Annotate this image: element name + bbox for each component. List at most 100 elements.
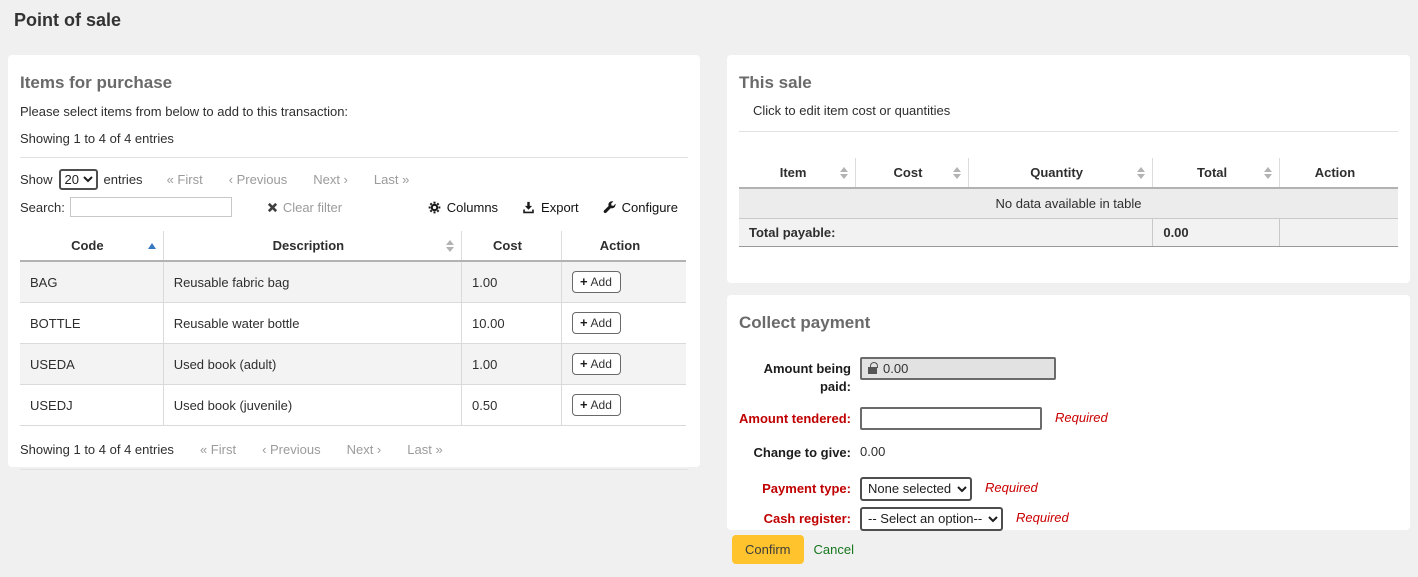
item-code: BOTTLE [20, 303, 163, 344]
show-label: Show [20, 172, 53, 187]
payment-panel-title: Collect payment [739, 313, 1398, 333]
add-item-button[interactable]: +Add [572, 271, 621, 293]
gear-icon [428, 201, 441, 214]
download-icon [522, 201, 535, 214]
table-row: BOTTLE Reusable water bottle 10.00 +Add [20, 303, 686, 344]
sale-header-item[interactable]: Item [739, 158, 856, 188]
previous-page-link[interactable]: ‹ Previous [262, 442, 321, 457]
last-page-link[interactable]: Last » [407, 442, 442, 457]
items-header-cost[interactable]: Cost [462, 231, 562, 261]
total-payable-value: 0.00 [1153, 219, 1280, 247]
plus-icon: + [580, 274, 588, 289]
change-to-give-value: 0.00 [860, 441, 885, 459]
item-code: USEDJ [20, 385, 163, 426]
first-page-link[interactable]: « First [167, 172, 203, 187]
this-sale-panel: This sale Click to edit item cost or qua… [727, 55, 1410, 283]
table-row: USEDA Used book (adult) 1.00 +Add [20, 344, 686, 385]
amount-being-paid-label: Amount being paid: [739, 357, 851, 396]
amount-being-paid-input[interactable]: 0.00 [860, 357, 1056, 380]
sale-header-quantity[interactable]: Quantity [968, 158, 1153, 188]
item-cost: 0.50 [462, 385, 562, 426]
search-input[interactable] [70, 197, 232, 217]
payment-type-label: Payment type: [739, 477, 851, 498]
cancel-link[interactable]: Cancel [814, 542, 854, 557]
item-cost: 1.00 [462, 261, 562, 303]
page-title: Point of sale [14, 10, 121, 31]
next-page-link[interactable]: Next › [313, 172, 348, 187]
items-header-action: Action [561, 231, 686, 261]
item-description: Reusable water bottle [163, 303, 461, 344]
items-for-purchase-panel: Items for purchase Please select items f… [8, 55, 700, 467]
entries-label: entries [104, 172, 143, 187]
divider [20, 157, 688, 158]
cash-register-label: Cash register: [739, 507, 851, 528]
sale-header-action: Action [1279, 158, 1398, 188]
amount-tendered-label: Amount tendered: [739, 407, 851, 428]
sort-icon [446, 240, 454, 252]
items-table: Code Description Cost Action BAG Reusabl… [20, 231, 686, 426]
form-actions: Confirm Cancel [732, 535, 854, 564]
previous-page-link[interactable]: ‹ Previous [229, 172, 288, 187]
item-cost: 10.00 [462, 303, 562, 344]
plus-icon: + [580, 397, 588, 412]
sort-icon [840, 167, 848, 179]
sale-hint: Click to edit item cost or quantities [753, 103, 1398, 118]
items-header-code[interactable]: Code [20, 231, 163, 261]
clear-filter-x-icon [267, 202, 278, 213]
collect-payment-panel: Collect payment Amount being paid: 0.00 … [727, 295, 1410, 530]
sale-header-cost[interactable]: Cost [856, 158, 969, 188]
export-button[interactable]: Export [522, 200, 579, 215]
add-item-button[interactable]: +Add [572, 394, 621, 416]
page-length-select[interactable]: 20 [59, 169, 98, 190]
wrench-icon [603, 201, 616, 214]
items-panel-title: Items for purchase [20, 73, 688, 93]
divider [739, 131, 1398, 132]
sort-ascending-icon [148, 243, 156, 249]
items-info-bottom: Showing 1 to 4 of 4 entries [20, 442, 174, 457]
cash-register-select[interactable]: -- Select an option-- [860, 507, 1003, 531]
required-hint: Required [1016, 507, 1069, 525]
change-to-give-label: Change to give: [739, 441, 851, 462]
pagination-bottom: « First ‹ Previous Next › Last » [200, 442, 469, 457]
required-hint: Required [1055, 407, 1108, 425]
divider [20, 469, 688, 470]
sort-icon [1264, 167, 1272, 179]
total-row: Total payable: 0.00 [739, 219, 1398, 247]
configure-button[interactable]: Configure [603, 200, 678, 215]
item-description: Used book (juvenile) [163, 385, 461, 426]
plus-icon: + [580, 315, 588, 330]
item-code: BAG [20, 261, 163, 303]
total-action-cell [1279, 219, 1398, 247]
table-row: BAG Reusable fabric bag 1.00 +Add [20, 261, 686, 303]
sale-panel-title: This sale [739, 73, 1398, 93]
payment-type-select[interactable]: None selected [860, 477, 972, 501]
add-item-button[interactable]: +Add [572, 353, 621, 375]
confirm-button[interactable]: Confirm [732, 535, 804, 564]
first-page-link[interactable]: « First [200, 442, 236, 457]
clear-filter-button[interactable]: Clear filter [267, 200, 342, 215]
next-page-link[interactable]: Next › [347, 442, 382, 457]
amount-tendered-input[interactable] [860, 407, 1042, 430]
item-description: Used book (adult) [163, 344, 461, 385]
items-panel-intro: Please select items from below to add to… [20, 104, 688, 119]
sale-table: Item Cost Quantity Total Action [739, 158, 1398, 247]
sale-header-total[interactable]: Total [1153, 158, 1280, 188]
item-code: USEDA [20, 344, 163, 385]
plus-icon: + [580, 356, 588, 371]
empty-message: No data available in table [739, 188, 1398, 219]
item-description: Reusable fabric bag [163, 261, 461, 303]
table-row: USEDJ Used book (juvenile) 0.50 +Add [20, 385, 686, 426]
empty-row: No data available in table [739, 188, 1398, 219]
pagination-top: « First ‹ Previous Next › Last » [167, 172, 436, 187]
item-cost: 1.00 [462, 344, 562, 385]
total-payable-label: Total payable: [739, 219, 1153, 247]
columns-button[interactable]: Columns [428, 200, 498, 215]
items-header-description[interactable]: Description [163, 231, 461, 261]
lock-icon [868, 367, 877, 374]
sort-icon [953, 167, 961, 179]
last-page-link[interactable]: Last » [374, 172, 409, 187]
required-hint: Required [985, 477, 1038, 495]
sort-icon [1137, 167, 1145, 179]
items-info-top: Showing 1 to 4 of 4 entries [20, 131, 688, 146]
add-item-button[interactable]: +Add [572, 312, 621, 334]
